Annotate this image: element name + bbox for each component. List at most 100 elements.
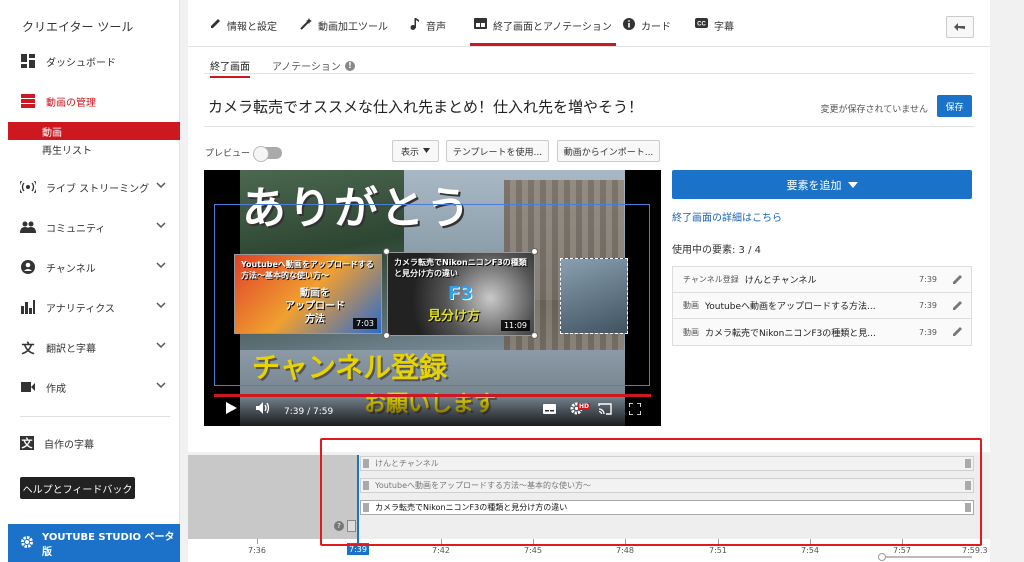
- channel-icon: [20, 259, 36, 275]
- resize-handle[interactable]: [531, 248, 538, 255]
- tab-end-screen-annotations[interactable]: 終了画面とアノテーション: [470, 18, 616, 46]
- unsaved-status: 変更が保存されていません: [820, 105, 928, 115]
- timeline-zoom-slider[interactable]: [880, 556, 972, 558]
- element-list: チャンネル登録 けんとチャンネル 7:39 動画 Youtubeへ動画をアップロ…: [672, 266, 972, 346]
- end-screen-details-link[interactable]: 終了画面の詳細はこちら: [672, 209, 782, 224]
- end-screen-video-card-1[interactable]: Youtubeへ動画をアップロードする方法〜基本的な使い方〜 動画を アップロー…: [234, 254, 382, 334]
- chevron-down-icon: [156, 261, 166, 272]
- youtube-studio-beta-button[interactable]: YOUTUBE STUDIO ベータ版: [8, 524, 180, 562]
- element-row[interactable]: 動画 カメラ転売でNikonニコンF3の種類と見... 7:39: [673, 319, 971, 345]
- sidebar-subitem-videos[interactable]: 動画: [8, 122, 180, 140]
- tick-mark: [257, 539, 258, 544]
- dashboard-icon: [20, 53, 36, 69]
- element-name: カメラ転売でNikonニコンF3の種類と見...: [705, 328, 876, 339]
- subtab-annotations[interactable]: アノテーション !: [272, 58, 355, 73]
- element-time: 7:39: [919, 327, 937, 337]
- sidebar-item-create[interactable]: 作成: [0, 374, 180, 400]
- back-arrow-icon: [954, 21, 966, 34]
- end-screen-video-card-2[interactable]: カメラ転売でNikonニコンF3の種類と見分け方の違い F3 見分け方 11:0…: [387, 252, 535, 336]
- red-highlight-box: [320, 438, 982, 546]
- translate-icon: 文: [21, 341, 35, 357]
- edit-pencil-icon[interactable]: [953, 300, 963, 312]
- sidebar-item-video-manager[interactable]: 動画の管理: [0, 88, 180, 114]
- sidebar-subitem-playlists[interactable]: 再生リスト: [0, 140, 180, 158]
- community-icon: [20, 219, 36, 235]
- sidebar-item-own-subtitles[interactable]: 文 自作の字幕: [0, 430, 180, 456]
- video-title: カメラ転売でオススメな仕入れ先まとめ！仕入れ先を増やそう！: [208, 98, 644, 116]
- use-template-button[interactable]: テンプレートを使用...: [446, 140, 549, 162]
- sidebar-item-label: ライブ ストリーミング: [46, 183, 150, 195]
- divider: [204, 126, 974, 127]
- card-duration: 11:09: [500, 320, 530, 331]
- add-element-button[interactable]: 要素を追加: [672, 170, 972, 199]
- element-time: 7:39: [919, 301, 937, 310]
- chevron-down-icon: [156, 341, 166, 352]
- own-subtitles-icon: 文: [20, 436, 34, 450]
- play-icon[interactable]: [226, 402, 237, 417]
- sidebar-item-community[interactable]: コミュニティ: [0, 214, 180, 240]
- tick-label: 7:54: [801, 546, 819, 555]
- card-thumbnail-text-f3: F3: [448, 283, 473, 304]
- timeline-zoom-knob[interactable]: [878, 553, 886, 561]
- tick-label: 7:45: [524, 546, 542, 555]
- chevron-down-icon: [156, 221, 166, 232]
- sidebar-item-dashboard[interactable]: ダッシュボード: [0, 48, 180, 74]
- view-label: 表示: [400, 147, 419, 158]
- element-row[interactable]: チャンネル登録 けんとチャンネル 7:39: [673, 267, 971, 293]
- tab-enhancements[interactable]: 動画加工ツール: [300, 18, 388, 46]
- sidebar-item-live[interactable]: ライブ ストリーミング: [0, 174, 180, 200]
- pencil-icon: [210, 18, 221, 29]
- chevron-down-icon: [156, 301, 166, 312]
- import-from-video-button[interactable]: 動画からインポート...: [557, 140, 660, 162]
- hd-badge-icon: HD: [578, 403, 591, 410]
- tab-label: 情報と設定: [227, 22, 277, 33]
- sidebar-item-label: 自作の字幕: [44, 439, 94, 451]
- tab-subtitles[interactable]: CC 字幕: [695, 18, 734, 46]
- caret-down-icon: [847, 178, 858, 191]
- card-thumbnail-text-compare: 見分け方: [428, 309, 481, 324]
- end-screen-subscribe-element[interactable]: [560, 258, 628, 334]
- element-type: 動画: [683, 327, 699, 337]
- preview-toggle-group: プレビュー: [205, 145, 283, 162]
- tab-cards[interactable]: カード: [623, 18, 671, 46]
- create-icon: [20, 379, 36, 395]
- video-player[interactable]: ありがとう Youtubeへ動画をアップロードする方法〜基本的な使い方〜 動画を…: [204, 170, 661, 426]
- caret-down-icon: [423, 146, 430, 156]
- video-progress-bar[interactable]: [214, 394, 651, 397]
- tick-label: 7:57: [893, 546, 911, 555]
- cc-icon: CC: [695, 18, 708, 28]
- fullscreen-icon[interactable]: [628, 402, 642, 418]
- subtitles-icon[interactable]: [543, 404, 556, 417]
- sidebar-item-label: 作成: [46, 383, 66, 395]
- tab-info-settings[interactable]: 情報と設定: [210, 18, 277, 46]
- back-button[interactable]: [946, 16, 974, 38]
- add-element-label: 要素を追加: [786, 178, 842, 192]
- subtab-end-screen[interactable]: 終了画面: [210, 58, 250, 78]
- card-duration: 7:03: [353, 318, 377, 329]
- volume-icon[interactable]: [256, 402, 270, 417]
- tick-label: 7:51: [709, 546, 727, 555]
- view-dropdown[interactable]: 表示: [392, 140, 439, 162]
- preview-toggle[interactable]: [253, 145, 283, 162]
- help-feedback-button[interactable]: ヘルプとフィードバック: [20, 477, 135, 499]
- sidebar-divider: [20, 416, 170, 417]
- resize-handle[interactable]: [531, 332, 538, 339]
- tab-label: 終了画面とアノテーション: [493, 22, 612, 33]
- tab-audio[interactable]: 音声: [410, 18, 446, 46]
- edit-pencil-icon[interactable]: [953, 326, 963, 338]
- info-icon[interactable]: !: [344, 60, 355, 71]
- cast-icon[interactable]: [598, 403, 612, 418]
- save-button[interactable]: 保存: [937, 95, 972, 117]
- element-row[interactable]: 動画 Youtubeへ動画をアップロードする方法... 7:39: [673, 293, 971, 319]
- edit-pencil-icon[interactable]: [953, 274, 963, 286]
- sidebar-item-analytics[interactable]: アナリティクス: [0, 294, 180, 320]
- sidebar-item-translations[interactable]: 文 翻訳と字幕: [0, 334, 180, 360]
- resize-handle[interactable]: [383, 332, 390, 339]
- sidebar-item-label: ダッシュボード: [46, 57, 116, 69]
- element-time: 7:39: [919, 275, 937, 284]
- sidebar-item-channel[interactable]: チャンネル: [0, 254, 180, 280]
- element-name: けんとチャンネル: [744, 276, 817, 286]
- tick-label: 7:42: [432, 546, 450, 555]
- sidebar-item-label: 動画の管理: [46, 97, 96, 109]
- resize-handle[interactable]: [383, 248, 390, 255]
